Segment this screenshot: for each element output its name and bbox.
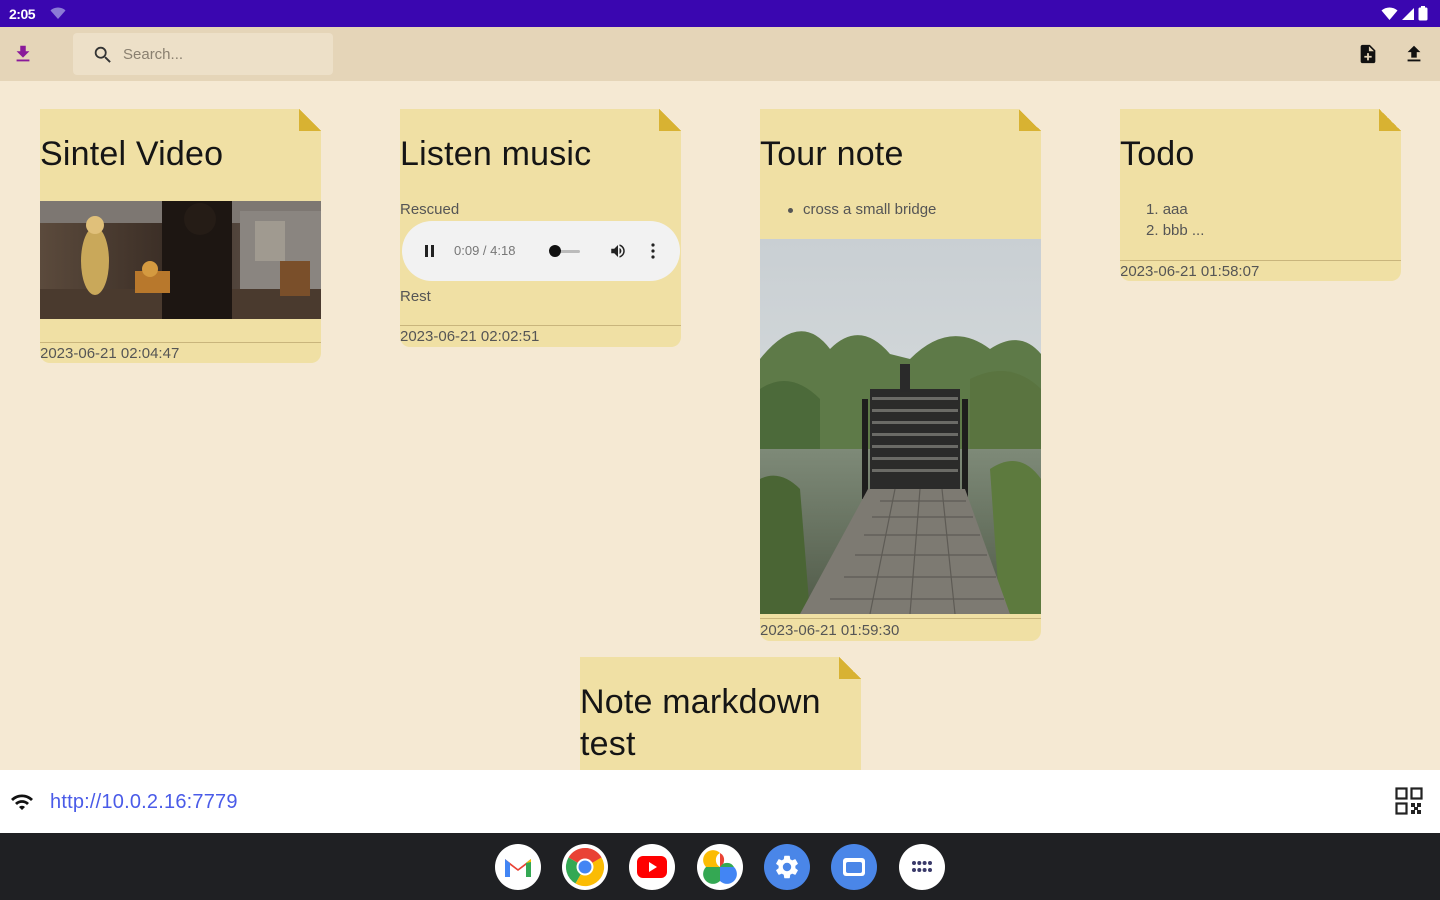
status-bar: 2:05: [0, 0, 1440, 27]
note-date: 2023-06-21 02:04:47: [40, 345, 180, 362]
status-icons: [1381, 6, 1428, 21]
search-input[interactable]: [123, 42, 323, 66]
app-drawer-icon[interactable]: [899, 844, 945, 890]
list-item-text: bbb ...: [1162, 222, 1205, 239]
note-text: Rescued: [400, 201, 460, 218]
volume-icon[interactable]: [608, 242, 628, 260]
note-fold: [299, 109, 321, 131]
note-date: 2023-06-21 02:02:51: [400, 328, 540, 345]
pause-icon[interactable]: [424, 244, 436, 258]
note-title: Sintel Video: [40, 135, 224, 173]
note-title: Tour note: [760, 135, 904, 173]
battery-icon: [1418, 6, 1428, 21]
video-thumbnail[interactable]: [40, 201, 321, 319]
note-card[interactable]: Todo 1. aaa 2. bbb ... 2023-06-21 01:58:…: [1120, 109, 1401, 281]
chrome-icon[interactable]: [562, 844, 608, 890]
bullet-text: cross a small bridge: [803, 201, 937, 218]
note-fold: [659, 109, 681, 131]
audio-player[interactable]: 0:09 / 4:18: [402, 221, 680, 281]
bullet-item: cross a small bridge: [788, 201, 936, 218]
note-date: 2023-06-21 01:59:30: [760, 622, 900, 639]
upload-icon[interactable]: [1403, 43, 1425, 65]
top-toolbar: [0, 27, 1440, 81]
audio-progress-knob[interactable]: [549, 245, 561, 257]
audio-time: 0:09 / 4:18: [454, 243, 516, 258]
note-card[interactable]: Tour note cross a small bridge 2023-06-2…: [760, 109, 1041, 641]
new-note-icon[interactable]: [1357, 42, 1379, 66]
server-bar: http://10.0.2.16:7779: [0, 770, 1440, 833]
qr-code-icon[interactable]: [1395, 787, 1423, 815]
files-icon[interactable]: [831, 844, 877, 890]
note-divider: [760, 618, 1041, 619]
note-fold: [1379, 109, 1401, 131]
bullet-dot: [788, 207, 793, 213]
app-dock: [0, 833, 1440, 900]
note-text: Rest: [400, 288, 431, 305]
note-title-line2: test: [580, 725, 636, 763]
wifi-icon: [11, 794, 33, 810]
gmail-icon[interactable]: [495, 844, 541, 890]
list-item-text: aaa: [1162, 201, 1188, 218]
note-card[interactable]: Listen music Rescued 0:09 / 4:18 Rest 20…: [400, 109, 681, 347]
status-time: 2:05: [9, 6, 36, 22]
note-title: Todo: [1120, 135, 1195, 173]
note-date: 2023-06-21 01:58:07: [1120, 263, 1260, 280]
search-box[interactable]: [73, 33, 333, 75]
more-options-icon[interactable]: [650, 242, 656, 260]
bridge-photo[interactable]: [760, 239, 1041, 614]
note-fold: [839, 657, 861, 679]
note-fold: [1019, 109, 1041, 131]
note-divider: [40, 342, 321, 343]
wifi-signal-icon: [1381, 6, 1398, 20]
settings-icon[interactable]: [764, 844, 810, 890]
youtube-icon[interactable]: [629, 844, 675, 890]
server-url-link[interactable]: http://10.0.2.16:7779: [50, 791, 238, 814]
note-title: Listen music: [400, 135, 592, 173]
note-title: Note markdown: [580, 683, 821, 721]
note-divider: [400, 325, 681, 326]
photos-icon[interactable]: [697, 844, 743, 890]
note-card[interactable]: Note markdown test: [580, 657, 861, 770]
search-icon: [94, 46, 111, 63]
cell-signal-icon: [1402, 7, 1414, 20]
list-item: 2. bbb ...: [1146, 222, 1205, 239]
note-divider: [1120, 260, 1401, 261]
list-item: 1. aaa: [1146, 201, 1188, 218]
wifi-status-icon: [50, 7, 66, 19]
download-icon[interactable]: [12, 43, 34, 65]
note-card[interactable]: Sintel Video 2023-06-21 02:04:47: [40, 109, 321, 363]
